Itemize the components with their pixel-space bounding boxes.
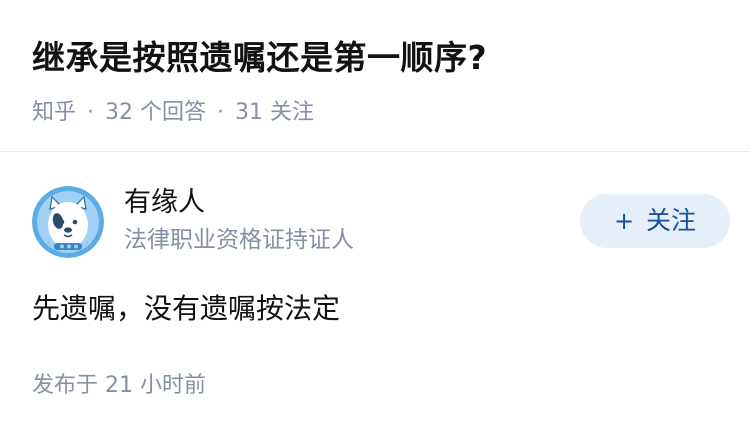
meta-separator: ·: [217, 100, 225, 125]
author-name[interactable]: 有缘人: [124, 184, 354, 222]
follower-count[interactable]: 31 关注: [235, 100, 314, 125]
follow-button-label: 关注: [646, 206, 697, 235]
meta-separator: ·: [87, 100, 95, 125]
question-meta: 知乎 · 32 个回答 · 31 关注: [32, 96, 722, 130]
source-label: 知乎: [32, 100, 77, 125]
plus-icon: +: [613, 207, 635, 235]
author-info: 有缘人 法律职业资格证持证人: [124, 184, 354, 258]
dog-avatar-icon[interactable]: [32, 186, 104, 258]
question-title[interactable]: 继承是按照遗嘱还是第一顺序?: [32, 30, 722, 86]
answer-card: 有缘人 法律职业资格证持证人 + 关注 先遗嘱，没有遗嘱按法定 发布于 21 小时…: [32, 184, 730, 401]
publish-time: 发布于 21 小时前: [32, 373, 206, 398]
answer-count[interactable]: 32 个回答: [105, 100, 206, 125]
section-divider: [0, 151, 750, 152]
follow-button[interactable]: + 关注: [580, 194, 730, 248]
question-header: 继承是按照遗嘱还是第一顺序? 知乎 · 32 个回答 · 31 关注: [32, 30, 722, 130]
answer-content[interactable]: 先遗嘱，没有遗嘱按法定: [32, 289, 718, 329]
author-headline: 法律职业资格证持证人: [124, 227, 354, 253]
author-row: 有缘人 法律职业资格证持证人 + 关注: [32, 184, 730, 260]
